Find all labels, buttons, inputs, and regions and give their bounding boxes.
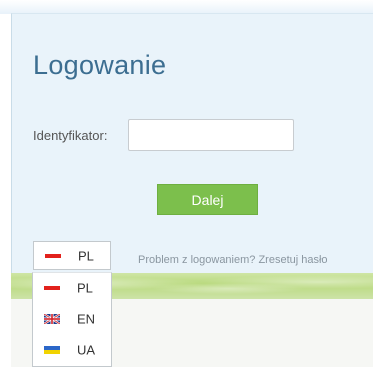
language-option-label: PL [77,280,93,296]
language-select[interactable]: PL [33,241,111,270]
poland-flag-icon [45,253,61,258]
next-button[interactable]: Dalej [157,184,258,215]
language-option-label: UA [77,342,96,358]
ukraine-flag-icon [44,346,60,354]
language-option-en[interactable]: EN [33,304,111,334]
language-option-pl[interactable]: PL [33,273,111,303]
language-dropdown-menu: PL EN UA [32,272,112,367]
poland-flag-icon [44,286,60,290]
page-title: Logowanie [33,50,167,80]
reset-password-link[interactable]: Problem z logowaniem? Zresetuj hasło [138,254,328,266]
login-page: Logowanie Identyfikator: Dalej Problem z… [0,0,373,367]
uk-flag-icon [44,314,60,324]
language-option-ua[interactable]: UA [33,335,111,365]
selected-language-label: PL [78,248,94,263]
identifier-label: Identyfikator: [33,128,108,143]
page-header-background [0,0,373,14]
identifier-input[interactable] [128,119,294,151]
language-option-label: EN [77,311,96,327]
